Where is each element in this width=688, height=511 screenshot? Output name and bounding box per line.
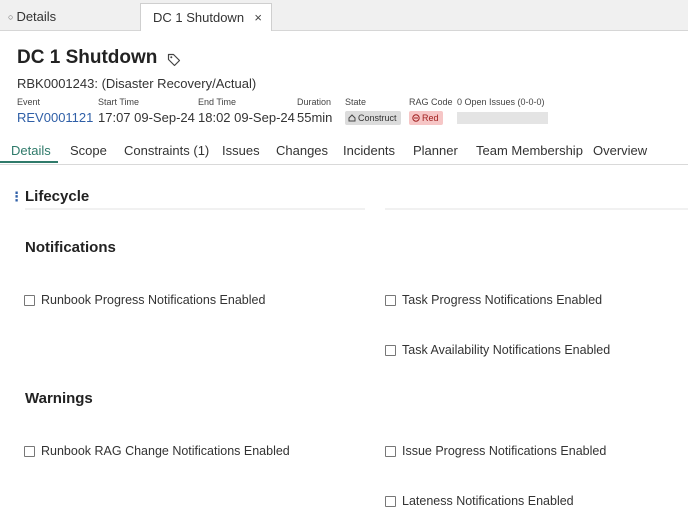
- tag-icon[interactable]: [167, 51, 181, 67]
- start-time-value: 17:07 09-Sep-24: [98, 110, 195, 125]
- tab-scope[interactable]: Scope: [70, 143, 107, 158]
- runbook-rag-label: Runbook RAG Change Notifications Enabled: [41, 444, 290, 458]
- task-progress-label: Task Progress Notifications Enabled: [402, 293, 603, 307]
- active-tab-indicator: [0, 161, 58, 163]
- rag-red-icon: [412, 114, 420, 122]
- checkbox-box[interactable]: [385, 445, 396, 457]
- checkbox-box[interactable]: [385, 344, 396, 356]
- tab-planner[interactable]: Planner: [413, 143, 458, 158]
- page-title-text: DC 1 Shutdown: [17, 47, 158, 68]
- state-badge-label: Construct: [358, 113, 397, 123]
- issue-progress-checkbox[interactable]: Issue Progress Notifications Enabled: [385, 444, 606, 458]
- end-time-label: End Time: [198, 97, 237, 107]
- checkbox-box[interactable]: [24, 294, 35, 306]
- construct-icon: [348, 114, 356, 122]
- rag-badge-label: Red: [422, 113, 439, 123]
- tab-issues[interactable]: Issues: [222, 143, 260, 158]
- divider: [385, 208, 688, 210]
- duration-label: Duration: [297, 97, 332, 107]
- issue-progress-label: Issue Progress Notifications Enabled: [402, 444, 607, 458]
- rag-code-label: RAG Code: [409, 97, 453, 107]
- checkbox-box[interactable]: [385, 294, 396, 306]
- divider: [25, 208, 365, 210]
- window-tab-details-label: Details: [16, 9, 57, 24]
- event-label: Event: [17, 97, 41, 107]
- lateness-checkbox[interactable]: Lateness Notifications Enabled: [385, 494, 574, 508]
- page-title: DC 1 Shutdown: [17, 47, 181, 69]
- checkbox-box[interactable]: [385, 495, 396, 507]
- section-notifications: Notifications: [25, 239, 116, 256]
- open-issues-label: 0 Open Issues (0-0-0): [457, 97, 545, 107]
- duration-value: 55min: [297, 110, 333, 125]
- section-warnings: Warnings: [25, 390, 93, 407]
- task-availability-checkbox[interactable]: Task Availability Notifications Enabled: [385, 343, 610, 357]
- state-label: State: [345, 97, 367, 107]
- event-link[interactable]: REV0001121: [17, 110, 93, 125]
- open-issues-bar: [457, 112, 548, 124]
- detail-nav-tabs: Details Scope Constraints (1) Issues Cha…: [0, 138, 688, 165]
- runbook-rag-checkbox[interactable]: Runbook RAG Change Notifications Enabled: [24, 444, 290, 458]
- tab-constraints[interactable]: Constraints (1): [124, 143, 209, 158]
- window-tab-details[interactable]: ○ Details: [8, 3, 56, 30]
- kebab-icon[interactable]: ⋮: [10, 189, 23, 205]
- tab-details[interactable]: Details: [11, 143, 51, 158]
- state-badge: Construct: [345, 111, 401, 125]
- window-tab-strip: ○ Details DC 1 Shutdown ×: [0, 0, 688, 31]
- end-time-value: 18:02 09-Sep-24: [198, 110, 295, 125]
- runbook-subtitle: RBK0001243: (Disaster Recovery/Actual): [17, 76, 257, 91]
- tab-incidents[interactable]: Incidents: [343, 143, 395, 158]
- rag-badge: Red: [409, 111, 443, 125]
- window-tab-runbook[interactable]: DC 1 Shutdown ×: [140, 3, 272, 31]
- runbook-progress-label: Runbook Progress Notifications Enabled: [41, 293, 266, 307]
- section-lifecycle: Lifecycle: [25, 188, 90, 205]
- checkbox-box[interactable]: [24, 445, 35, 457]
- circle-icon: ○: [8, 11, 14, 22]
- close-icon[interactable]: ×: [254, 10, 262, 25]
- task-progress-checkbox[interactable]: Task Progress Notifications Enabled: [385, 293, 602, 307]
- tab-team-membership[interactable]: Team Membership: [476, 143, 583, 158]
- lateness-label: Lateness Notifications Enabled: [402, 494, 574, 508]
- window-tab-runbook-label: DC 1 Shutdown: [153, 10, 245, 25]
- start-time-label: Start Time: [98, 97, 140, 107]
- runbook-progress-checkbox[interactable]: Runbook Progress Notifications Enabled: [24, 293, 265, 307]
- task-availability-label: Task Availability Notifications Enabled: [402, 343, 611, 357]
- tab-overview[interactable]: Overview: [593, 143, 647, 158]
- tab-changes[interactable]: Changes: [276, 143, 328, 158]
